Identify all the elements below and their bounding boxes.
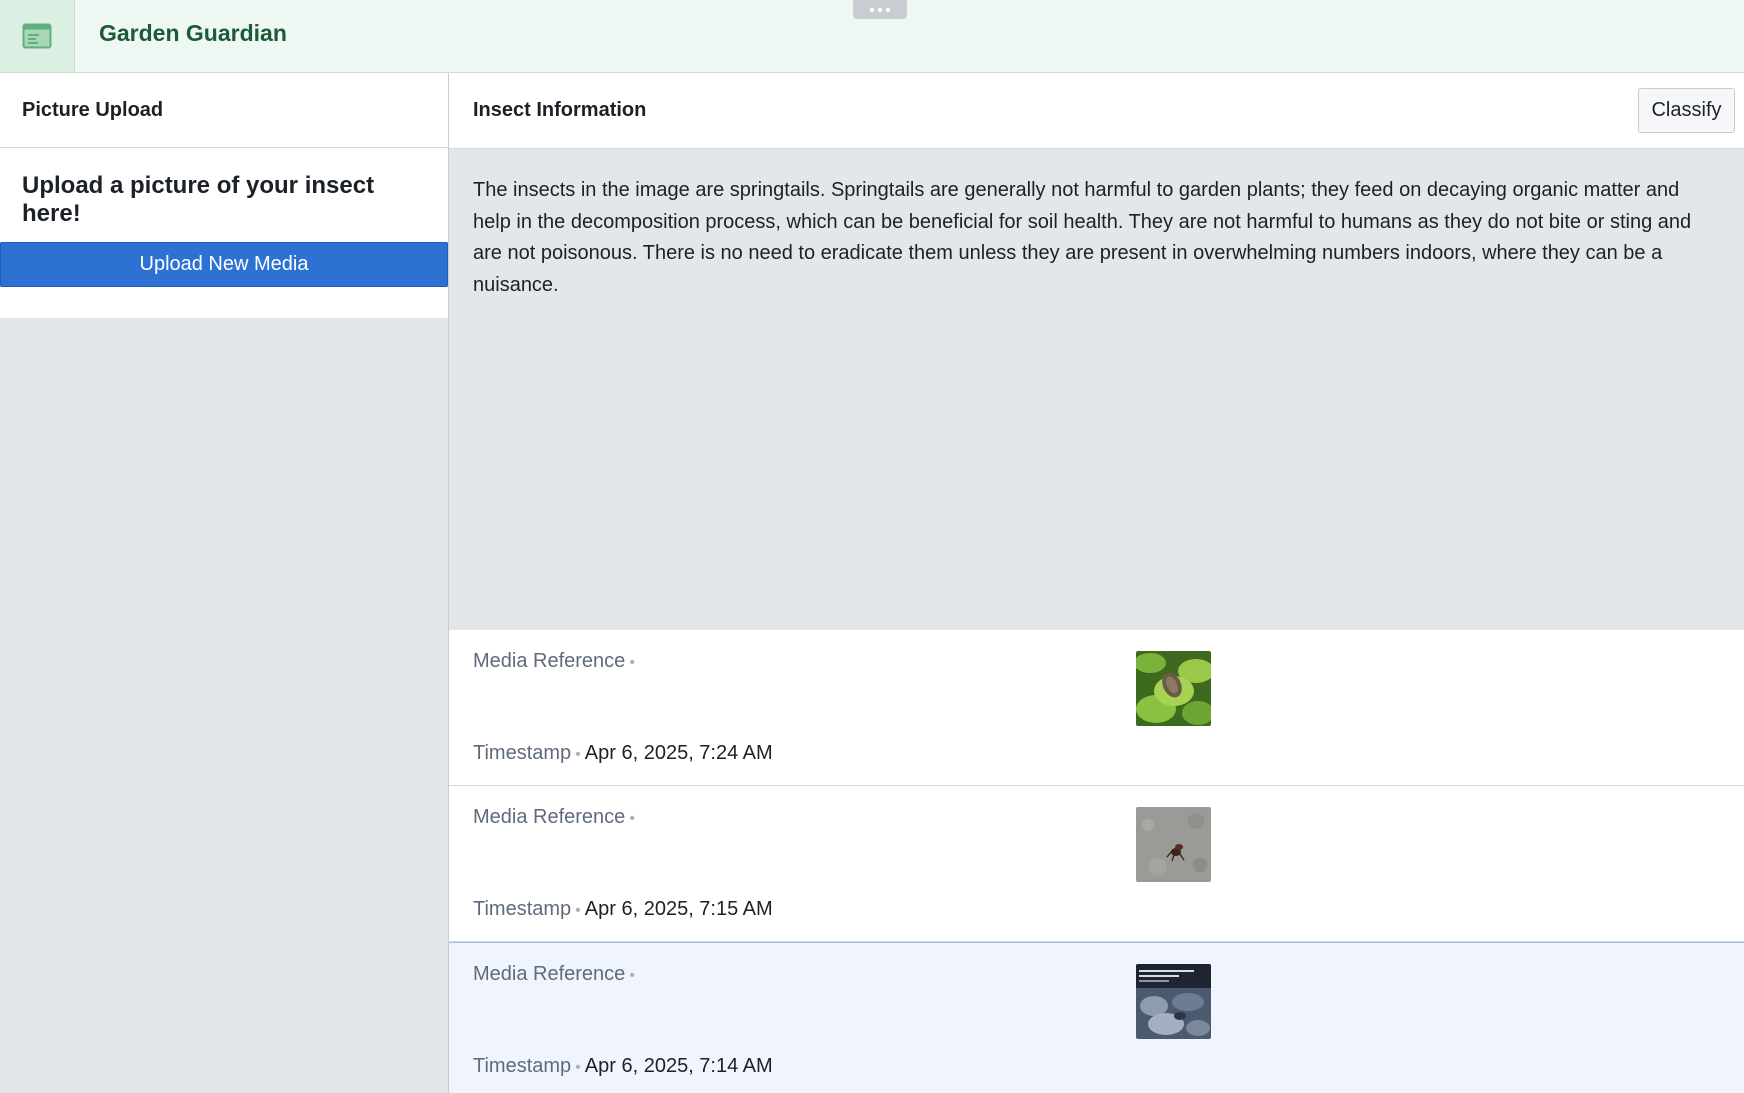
upload-new-media-button[interactable]: Upload New Media (0, 242, 448, 287)
classification-result-text: The insects in the image are springtails… (449, 149, 1744, 630)
upload-heading: Upload a picture of your insect here! (22, 172, 375, 227)
app-window-icon (22, 23, 52, 49)
separator-dot: • (575, 746, 581, 763)
picture-upload-panel: Picture Upload Upload a picture of your … (0, 73, 449, 1093)
media-reference-field: Media Reference • (473, 806, 639, 829)
screenshot-rocks-thumbnail[interactable] (1136, 964, 1211, 1039)
insect-information-header: Insect Information Classify (449, 73, 1744, 149)
picture-upload-header: Picture Upload (0, 73, 448, 148)
insect-on-leaf-thumbnail[interactable] (1136, 651, 1211, 726)
app-header: Garden Guardian (0, 0, 1744, 73)
media-reference-label: Media Reference (473, 963, 626, 985)
media-reference-label: Media Reference (473, 650, 626, 672)
media-reference-field: Media Reference • (473, 963, 639, 986)
app-title: Garden Guardian (99, 20, 287, 46)
insect-information-panel: Insect Information Classify The insects … (449, 73, 1744, 1093)
classify-button[interactable]: Classify (1638, 88, 1735, 133)
media-reference-field: Media Reference • (473, 650, 639, 673)
timestamp-value: Apr 6, 2025, 7:14 AM (584, 1055, 773, 1077)
screenshot-rocks-photo (1136, 964, 1211, 1039)
timestamp-label: Timestamp (473, 742, 572, 764)
app-icon-box[interactable] (0, 0, 75, 72)
separator-dot: • (575, 902, 581, 919)
separator-dot: • (575, 1059, 581, 1076)
timestamp-field: Timestamp • Apr 6, 2025, 7:14 AM (473, 1055, 773, 1078)
timestamp-value: Apr 6, 2025, 7:15 AM (584, 898, 773, 920)
media-list: Media Reference • Timestamp • Apr 6, 2025, … (449, 630, 1744, 1093)
timestamp-label: Timestamp (473, 1055, 572, 1077)
drag-handle[interactable] (853, 0, 907, 19)
bug-on-concrete-thumbnail[interactable] (1136, 807, 1211, 882)
separator-dot: • (629, 654, 635, 671)
dot-icon (886, 7, 890, 12)
media-row-selected[interactable]: Media Reference • Timestamp • Apr 6, 202… (449, 942, 1744, 1093)
picture-upload-title: Picture Upload (22, 98, 164, 121)
timestamp-field: Timestamp • Apr 6, 2025, 7:15 AM (473, 898, 773, 921)
timestamp-field: Timestamp • Apr 6, 2025, 7:24 AM (473, 742, 773, 765)
timestamp-value: Apr 6, 2025, 7:24 AM (584, 742, 773, 764)
separator-dot: • (629, 967, 635, 984)
bug-on-concrete-photo (1136, 807, 1211, 882)
media-row[interactable]: Media Reference • Timestamp • Apr 6, 2025, … (449, 630, 1744, 786)
insect-information-title: Insect Information (473, 99, 647, 121)
media-row[interactable]: Media Reference • Timestamp • Apr 6, 202… (449, 786, 1744, 942)
media-reference-label: Media Reference (473, 806, 626, 828)
upload-section: Upload a picture of your insect here! Up… (0, 148, 448, 318)
separator-dot: • (629, 810, 635, 827)
dot-icon (878, 7, 882, 12)
dot-icon (870, 7, 874, 12)
insect-on-leaf-photo (1136, 651, 1211, 726)
timestamp-label: Timestamp (473, 898, 572, 920)
